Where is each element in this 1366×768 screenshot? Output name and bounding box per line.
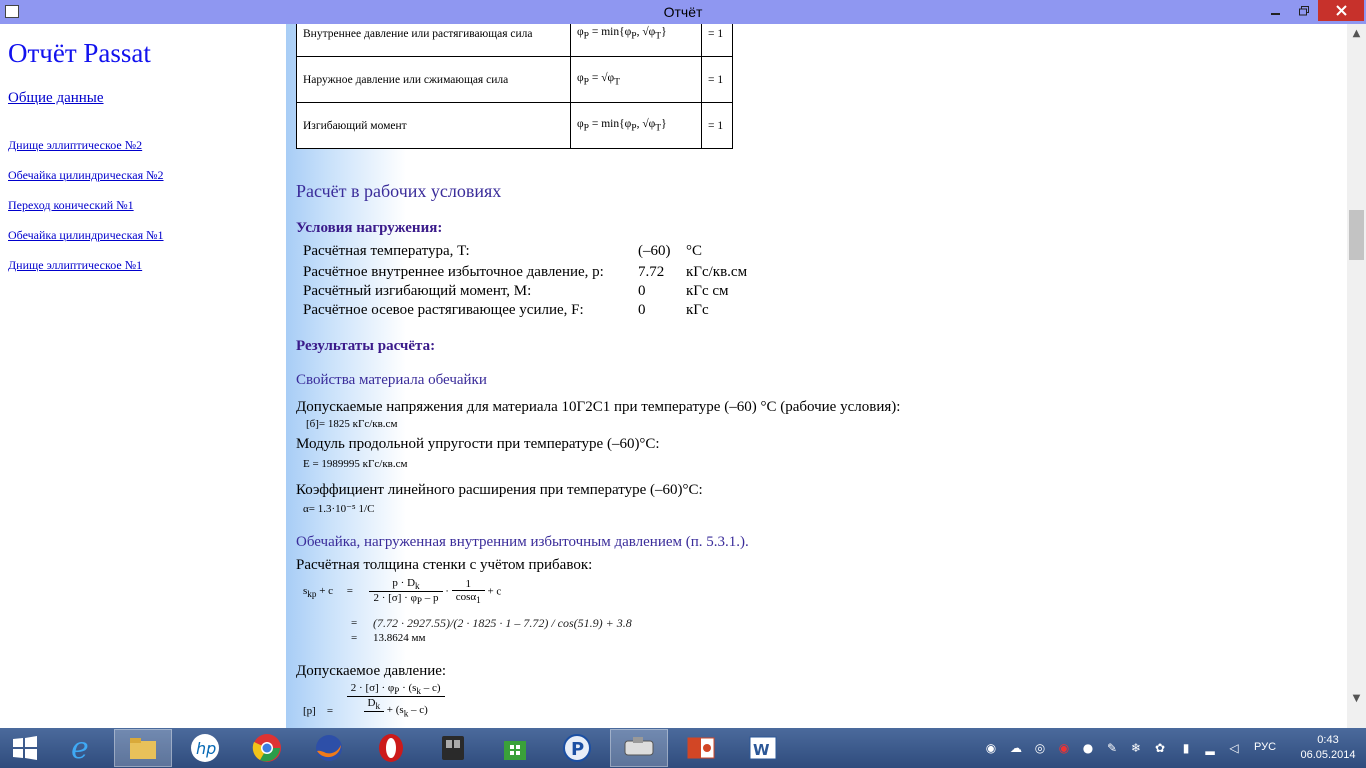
load-label: Расчётная температура, T: <box>303 243 470 259</box>
modulus-value: E = 1989995 кГс/кв.см <box>303 458 408 470</box>
svg-text:W: W <box>753 741 770 759</box>
thickness-substitution: (7.72 · 2927.55)/(2 · 1825 · 1 – 7.72) /… <box>373 616 632 630</box>
table-cell: = 1 <box>701 102 733 149</box>
battery-icon[interactable]: ▮ <box>1178 740 1194 756</box>
clock-date: 06.05.2014 <box>1300 749 1356 761</box>
tray-icon[interactable]: ✿ <box>1152 740 1168 756</box>
material-title: Свойства материала обечайки <box>296 372 487 388</box>
svg-text:e: e <box>71 733 89 763</box>
app-icon-remote[interactable] <box>424 729 482 767</box>
pressure-formula: [p] = 2 · [σ] · φP · (sk – c) Dk + (sk – … <box>303 682 445 724</box>
scroll-down-arrow-icon[interactable]: ▼ <box>1347 693 1366 710</box>
load-value: 7.72 <box>638 264 665 280</box>
thickness-result: 13.8624 мм <box>373 632 426 644</box>
volume-icon[interactable]: ◁ <box>1226 740 1242 756</box>
close-button[interactable] <box>1318 0 1364 21</box>
report-title: Отчёт Passat <box>8 38 151 68</box>
table-cell: = 1 <box>701 56 733 103</box>
taskbar: e hp P W ◉ ☁ ◎ ◉ ● ✎ ❄ ✿ ▮ ▂ ◁ РУС 0:43 … <box>0 728 1366 768</box>
load-unit: кГс <box>686 302 709 318</box>
passat-icon[interactable]: P <box>548 729 606 767</box>
svg-text:P: P <box>571 739 584 760</box>
minimize-button[interactable] <box>1262 0 1289 21</box>
load-unit: кГс/кв.см <box>686 264 748 280</box>
svg-text:hp: hp <box>196 739 216 758</box>
powerpoint-icon[interactable] <box>672 729 730 767</box>
tray-icon[interactable]: ◉ <box>983 740 999 756</box>
nav-link-item[interactable]: Переход конический №1 <box>8 198 134 213</box>
table-cell: Изгибающий момент <box>296 102 571 149</box>
load-label: Расчётное внутреннее избыточное давление… <box>303 264 604 280</box>
clock-time: 0:43 <box>1317 734 1339 746</box>
nav-link-item[interactable]: Обечайка цилиндрическая №2 <box>8 168 164 183</box>
load-unit: °C <box>686 243 703 259</box>
language-indicator[interactable]: РУС <box>1254 741 1276 753</box>
start-button[interactable] <box>0 729 50 767</box>
scroll-thumb[interactable] <box>1349 210 1364 260</box>
report-content: Отчёт Passat Общие данные Днище эллиптич… <box>0 24 1366 728</box>
window: Отчёт Отчёт Passat Общие данные Днище эл… <box>0 0 1366 728</box>
load-value: (–60) <box>638 243 671 259</box>
table-row: Наружное давление или сжимающая сила φP … <box>296 56 733 103</box>
store-icon[interactable] <box>486 729 544 767</box>
tray-icon[interactable]: ✎ <box>1104 740 1120 756</box>
navigation-panel: Отчёт Passat Общие данные Днище эллиптич… <box>0 24 286 728</box>
shell-title: Обечайка, нагруженная внутренним избыточ… <box>296 534 749 550</box>
table-row: Изгибающий момент φP = min{φP, √φT} = 1 <box>296 102 733 149</box>
tray-icon[interactable]: ◉ <box>1056 740 1072 756</box>
pressure-text: Допускаемое давление: <box>296 663 447 679</box>
hp-icon[interactable]: hp <box>176 729 234 767</box>
thickness-text: Расчётная толщина стенки с учётом прибав… <box>296 557 593 573</box>
opera-icon[interactable] <box>362 729 420 767</box>
snowflake-icon[interactable]: ❄ <box>1128 740 1144 756</box>
network-icon[interactable]: ▂ <box>1202 740 1218 756</box>
internet-explorer-icon[interactable]: e <box>52 729 110 767</box>
coefficient-table: Внутреннее давление или растягивающая си… <box>296 24 733 149</box>
load-unit: кГс см <box>686 283 729 299</box>
file-explorer-icon[interactable] <box>114 729 172 767</box>
allowable-stress-value: [б]= 1825 кГс/кв.см <box>306 418 398 430</box>
title-bar[interactable]: Отчёт <box>0 0 1366 24</box>
firefox-icon[interactable] <box>300 729 358 767</box>
report-window-icon[interactable] <box>610 729 668 767</box>
load-label: Расчётный изгибающий момент, M: <box>303 283 532 299</box>
load-value: 0 <box>638 283 646 299</box>
load-label: Расчётное осевое растягивающее усилие, F… <box>303 302 584 318</box>
vertical-scrollbar[interactable]: ▲ ▼ <box>1347 24 1366 728</box>
expansion-text: Коэффициент линейного расширения при тем… <box>296 482 703 498</box>
nav-link-item[interactable]: Обечайка цилиндрическая №1 <box>8 228 164 243</box>
clock[interactable]: 0:43 06.05.2014 <box>1298 733 1358 763</box>
formula-cell: φP = min{φP, √φT} <box>570 24 702 57</box>
cloud-icon[interactable]: ☁ <box>1008 740 1024 756</box>
section-title: Расчёт в рабочих условиях <box>296 181 502 201</box>
word-icon[interactable]: W <box>734 729 792 767</box>
scroll-up-arrow-icon[interactable]: ▲ <box>1347 28 1366 45</box>
nav-link-item[interactable]: Днище эллиптическое №2 <box>8 138 142 153</box>
tray-icon[interactable]: ● <box>1080 740 1096 756</box>
table-row: Внутреннее давление или растягивающая си… <box>296 24 733 57</box>
formula-cell: φP = min{φP, √φT} <box>570 102 702 149</box>
nav-link-general[interactable]: Общие данные <box>8 90 104 107</box>
report-body: Внутреннее давление или растягивающая си… <box>286 24 1347 728</box>
window-title: Отчёт <box>663 4 703 20</box>
table-cell: Наружное давление или сжимающая сила <box>296 56 571 103</box>
load-value: 0 <box>638 302 646 318</box>
modulus-text: Модуль продольной упругости при температ… <box>296 436 660 452</box>
tray-icon[interactable]: ◎ <box>1032 740 1048 756</box>
restore-button[interactable] <box>1290 0 1317 21</box>
allowable-stress-text: Допускаемые напряжения для материала 10Г… <box>296 399 901 415</box>
chrome-icon[interactable] <box>238 729 296 767</box>
results-title: Результаты расчёта: <box>296 338 436 354</box>
formula-cell: φP = √φT <box>570 56 702 103</box>
expansion-value: α= 1.3·10⁻⁵ 1/C <box>303 503 375 515</box>
table-cell: Внутреннее давление или растягивающая си… <box>296 24 571 57</box>
thickness-formula: skp + c = p · Dk 2 · [σ] · φP – p · 1 cosα… <box>303 577 502 607</box>
loads-title: Условия нагружения: <box>296 220 443 236</box>
table-cell: = 1 <box>701 24 733 57</box>
nav-link-item[interactable]: Днище эллиптическое №1 <box>8 258 142 273</box>
